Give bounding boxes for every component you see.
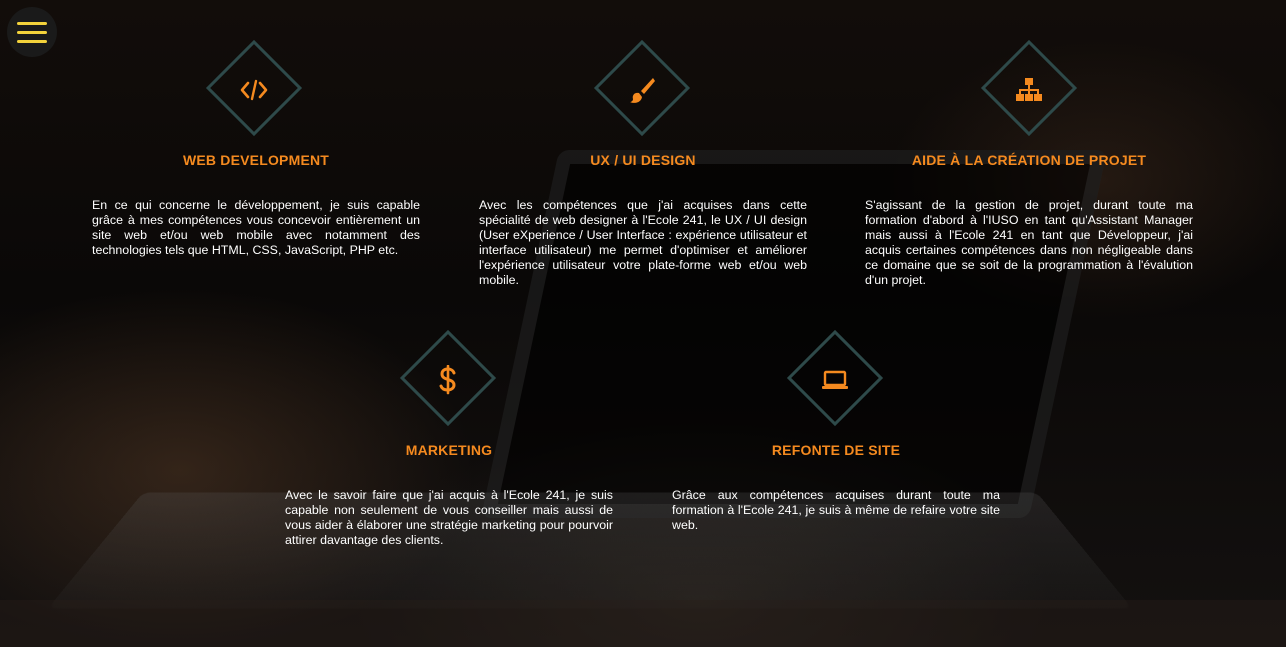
dollar-icon: [428, 360, 468, 400]
hamburger-icon-line: [17, 21, 47, 25]
service-description: En ce qui concerne le développement, je …: [92, 198, 420, 257]
service-description: Avec les compétences que j'ai acquises d…: [479, 198, 807, 287]
service-description: S'agissant de la gestion de projet, dura…: [865, 198, 1193, 287]
service-title: MARKETING: [405, 442, 493, 458]
sitemap-icon: [1009, 70, 1049, 110]
service-title: REFONTE DE SITE: [771, 442, 901, 458]
service-description: Avec le savoir faire que j'ai acquis à l…: [285, 488, 613, 547]
service-description: Grâce aux compétences acquises durant to…: [672, 488, 1000, 532]
paintbrush-icon: [622, 70, 662, 110]
background-desk: [0, 600, 1286, 647]
menu-button[interactable]: [7, 7, 57, 57]
service-title: AIDE À LA CRÉATION DE PROJET: [911, 152, 1147, 168]
hamburger-icon-line: [17, 30, 47, 34]
laptop-icon: [815, 360, 855, 400]
service-title: UX / UI DESIGN: [590, 152, 696, 168]
code-icon: [234, 70, 274, 110]
hamburger-icon-line: [17, 39, 47, 43]
service-title: WEB DEVELOPMENT: [182, 152, 330, 168]
